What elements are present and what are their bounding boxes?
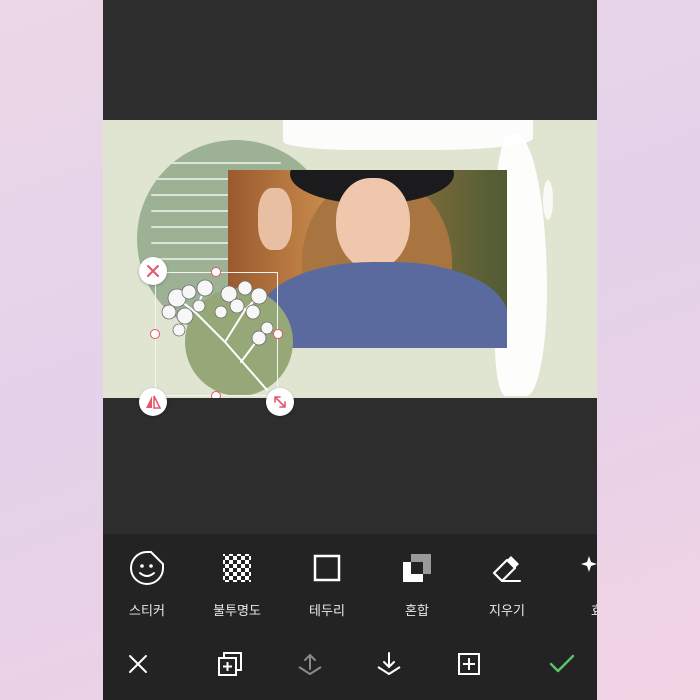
- opacity-icon: [223, 554, 251, 582]
- tool-label: 효: [562, 600, 597, 619]
- paint-splash-speck: [543, 180, 553, 220]
- bring-up-icon: [298, 653, 322, 675]
- tool-label: 스티커: [129, 604, 165, 619]
- delete-handle[interactable]: [139, 257, 167, 285]
- resize-dot-top[interactable]: [211, 267, 221, 277]
- collage-canvas[interactable]: [103, 120, 597, 398]
- close-icon: [147, 265, 159, 277]
- tool-label: 지우기: [489, 604, 525, 619]
- tool-label: 혼합: [405, 604, 429, 619]
- tool-effects[interactable]: 효: [562, 550, 597, 619]
- resize-dot-bottom[interactable]: [211, 391, 221, 398]
- border-icon: [313, 554, 341, 582]
- sticker-toolbar: 스티커 불투명도 테두리 혼합 지우기: [103, 534, 597, 700]
- tool-opacity[interactable]: 불투명도: [202, 550, 272, 619]
- apply-button[interactable]: [544, 646, 580, 682]
- check-icon: [549, 654, 575, 673]
- tool-border[interactable]: 테두리: [292, 550, 362, 619]
- tool-blend[interactable]: 혼합: [382, 550, 452, 619]
- paint-splash-top: [283, 120, 533, 150]
- tool-label: 테두리: [309, 604, 345, 619]
- flip-handle[interactable]: [139, 388, 167, 416]
- bring-up-button[interactable]: [292, 646, 328, 682]
- scale-rotate-handle[interactable]: [266, 388, 294, 416]
- duplicate-button[interactable]: [212, 646, 248, 682]
- blend-icon: [403, 554, 431, 582]
- flip-icon: [146, 395, 161, 409]
- send-down-button[interactable]: [371, 646, 407, 682]
- tool-eraser[interactable]: 지우기: [472, 550, 542, 619]
- tool-sticker[interactable]: 스티커: [112, 550, 182, 619]
- add-button[interactable]: [451, 646, 487, 682]
- sticker-icon: [130, 551, 164, 585]
- add-icon: [458, 653, 480, 675]
- eraser-icon: [492, 556, 521, 583]
- send-down-icon: [377, 652, 401, 675]
- cancel-button[interactable]: [120, 646, 156, 682]
- resize-dot-right[interactable]: [273, 329, 283, 339]
- duplicate-icon: [218, 652, 242, 676]
- editor-screen: 스티커 불투명도 테두리 혼합 지우기: [103, 0, 597, 700]
- selection-frame: [155, 272, 278, 396]
- resize-dot-left[interactable]: [150, 329, 160, 339]
- tool-label: 불투명도: [213, 604, 261, 619]
- resize-arrows-icon: [274, 396, 286, 408]
- close-icon: [129, 655, 147, 673]
- effects-icon: [581, 556, 597, 572]
